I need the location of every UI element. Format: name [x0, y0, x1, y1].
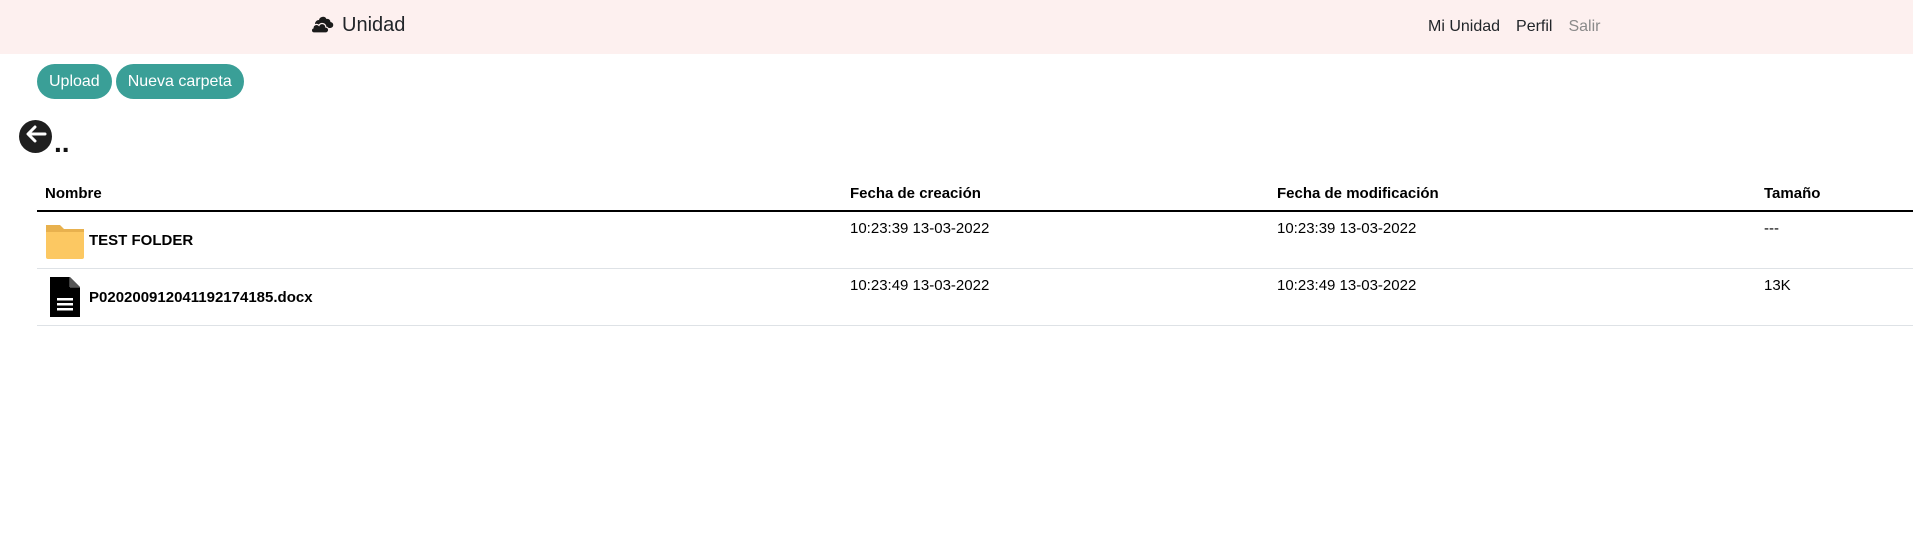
parent-folder-link[interactable]: ..: [54, 129, 70, 157]
name-cell: P020200912041192174185.docx: [37, 268, 842, 326]
file-table: Nombre Fecha de creación Fecha de modifi…: [37, 180, 1913, 326]
action-buttons: Upload Nueva carpeta: [37, 64, 244, 99]
table-header-row: Nombre Fecha de creación Fecha de modifi…: [37, 180, 1913, 212]
file-name: TEST FOLDER: [89, 231, 194, 249]
header-modified[interactable]: Fecha de modificación: [1269, 180, 1756, 212]
modified-date: 10:23:39 13-03-2022: [1269, 211, 1756, 269]
file-name: P020200912041192174185.docx: [89, 288, 313, 306]
table-row[interactable]: TEST FOLDER 10:23:39 13-03-2022 10:23:39…: [37, 211, 1913, 269]
folder-icon: [45, 220, 85, 260]
upload-button[interactable]: Upload: [37, 64, 112, 99]
navbar: Unidad Mi Unidad Perfil Salir: [0, 0, 1913, 54]
new-folder-button[interactable]: Nueva carpeta: [115, 64, 244, 99]
brand-label: Unidad: [342, 14, 406, 36]
file-size: ---: [1756, 211, 1913, 269]
parent-navigation: ..: [19, 120, 70, 157]
back-button[interactable]: [19, 120, 52, 153]
table-row[interactable]: P020200912041192174185.docx 10:23:49 13-…: [37, 268, 1913, 326]
clouds-icon: [310, 15, 336, 37]
folder-name-link[interactable]: TEST FOLDER: [45, 220, 834, 260]
nav-link-salir[interactable]: Salir: [1568, 18, 1600, 36]
created-date: 10:23:49 13-03-2022: [842, 268, 1269, 326]
header-name[interactable]: Nombre: [37, 180, 842, 212]
file-document-icon: [45, 277, 85, 317]
header-size[interactable]: Tamaño: [1756, 180, 1913, 212]
brand-link[interactable]: Unidad: [310, 14, 405, 37]
nav-links: Mi Unidad Perfil Salir: [1428, 18, 1601, 36]
created-date: 10:23:39 13-03-2022: [842, 211, 1269, 269]
header-created[interactable]: Fecha de creación: [842, 180, 1269, 212]
file-size: 13K: [1756, 268, 1913, 326]
name-cell: TEST FOLDER: [37, 211, 842, 269]
arrow-left-circle-icon: [25, 125, 47, 148]
nav-link-mi-unidad[interactable]: Mi Unidad: [1428, 18, 1500, 36]
file-name-link[interactable]: P020200912041192174185.docx: [45, 277, 834, 317]
modified-date: 10:23:49 13-03-2022: [1269, 268, 1756, 326]
nav-link-perfil[interactable]: Perfil: [1516, 18, 1552, 36]
